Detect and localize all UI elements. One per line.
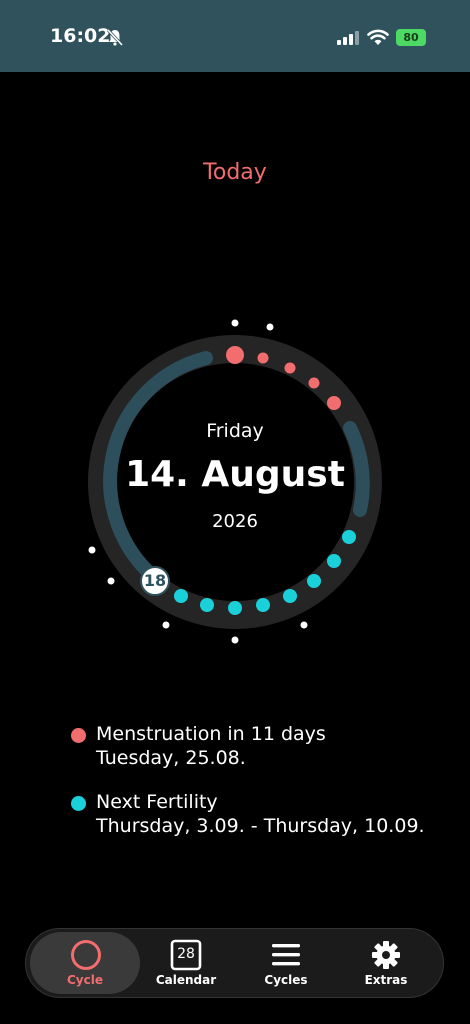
outer-marker-dot [88, 546, 96, 554]
selected-year: 2026 [212, 511, 258, 532]
fertility-title: Next Fertility [96, 791, 218, 813]
tab-extras-label: Extras [364, 973, 408, 987]
fertility-dot [71, 796, 86, 811]
outer-marker-dot [107, 577, 115, 585]
tab-cycles-label: Cycles [264, 973, 308, 987]
fertility-day-dot [283, 589, 297, 603]
menstruation-day-dot [284, 362, 296, 374]
tab-extras[interactable]: Extras [336, 929, 436, 997]
menstruation-day-dot [327, 396, 341, 410]
tab-calendar-label: Calendar [155, 973, 217, 987]
fertility-day-dot [200, 598, 214, 612]
tab-calendar[interactable]: 28 Calendar [136, 929, 236, 997]
menstruation-title: Menstruation in 11 days [96, 723, 326, 745]
outer-marker-dot [231, 636, 239, 644]
list-icon [272, 944, 300, 966]
menstruation-date: Tuesday, 25.08. [96, 747, 246, 769]
menstruation-info: Menstruation in 11 days Tuesday, 25.08. [71, 723, 451, 773]
outer-marker-dot [162, 621, 170, 629]
tab-bar: Cycle 28 Calendar Cycles Extras [25, 928, 444, 998]
fertility-info: Next Fertility Thursday, 3.09. - Thursda… [71, 791, 451, 841]
tab-cycle[interactable]: Cycle [26, 929, 144, 997]
current-cycle-day-marker[interactable]: 18 [140, 566, 170, 596]
fertility-dates: Thursday, 3.09. - Thursday, 10.09. [96, 815, 425, 837]
fertility-day-dot [307, 574, 321, 588]
calendar-icon-number: 28 [177, 946, 195, 962]
tab-cycle-label: Cycle [67, 973, 103, 987]
cycle-dial [88, 319, 382, 644]
fertility-day-dot [174, 589, 188, 603]
menstruation-day-dot [257, 352, 269, 364]
fertility-day-dot [256, 598, 270, 612]
fertility-day-dot [342, 530, 356, 544]
outer-marker-dot [300, 621, 308, 629]
menstruation-day-dot [226, 346, 244, 364]
tab-cycles[interactable]: Cycles [236, 929, 336, 997]
selected-date: 14. August [125, 454, 345, 495]
menstruation-dot [71, 728, 86, 743]
menstruation-day-dot [308, 377, 320, 389]
outer-marker-dot [231, 319, 239, 327]
fertility-day-dot [327, 554, 341, 568]
selected-day-name: Friday [206, 420, 264, 442]
gear-icon [372, 941, 400, 969]
circle-icon [71, 940, 101, 970]
fertility-day-dot [228, 601, 242, 615]
outer-marker-dot [266, 323, 274, 331]
